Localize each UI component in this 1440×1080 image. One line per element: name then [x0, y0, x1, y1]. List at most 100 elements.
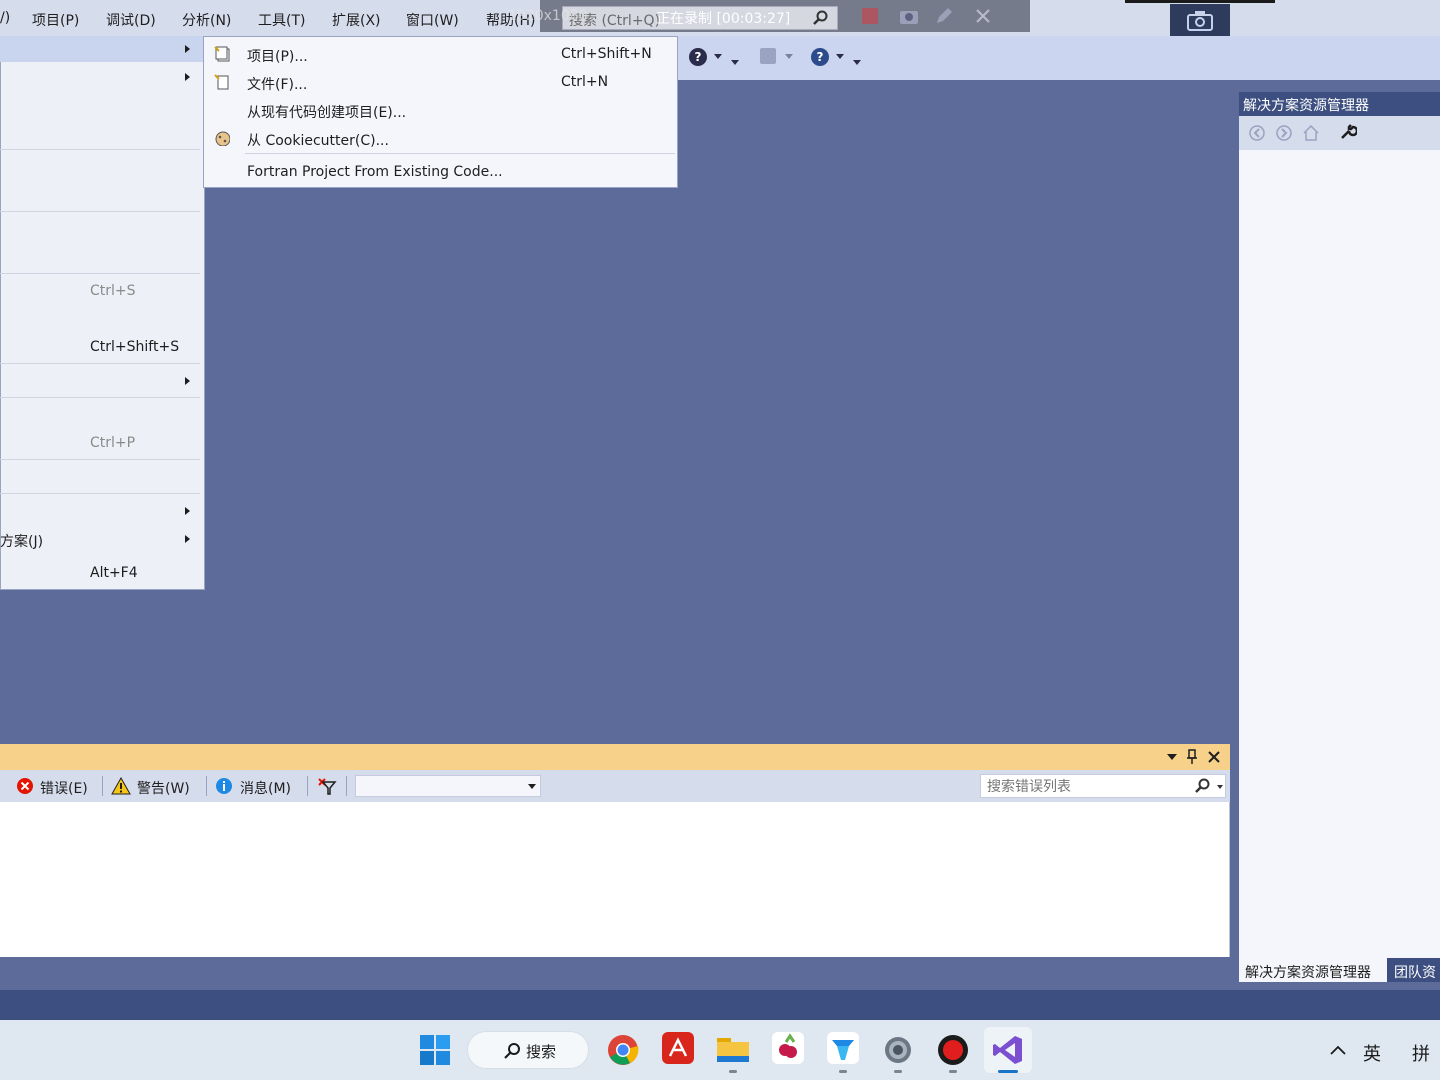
- menu-analyze[interactable]: 分析(N): [182, 10, 231, 30]
- running-indicator: [949, 1070, 957, 1073]
- resolution-label: 1920x1080: [508, 8, 588, 24]
- chevron-down-icon[interactable]: [836, 54, 844, 59]
- chevron-down-icon[interactable]: [714, 54, 722, 59]
- feedback-icon[interactable]: ?: [811, 48, 829, 66]
- running-indicator: [729, 1070, 737, 1073]
- search-icon[interactable]: [1195, 778, 1211, 794]
- properties-wrench-icon[interactable]: [1339, 123, 1357, 141]
- warnings-filter-button[interactable]: 警告(W): [137, 778, 190, 798]
- error-list-search-input[interactable]: [985, 776, 1189, 798]
- snapshot-icon[interactable]: [898, 6, 920, 26]
- menu-tools[interactable]: 工具(T): [258, 10, 305, 30]
- running-indicator: [894, 1070, 902, 1073]
- back-icon[interactable]: [1249, 125, 1265, 141]
- fortran-project-item[interactable]: Fortran Project From Existing Code...: [247, 164, 503, 180]
- acrobat-icon[interactable]: [662, 1032, 694, 1064]
- menu-separator: [0, 459, 200, 460]
- menu-separator: [0, 493, 200, 494]
- menu-view[interactable]: /): [0, 10, 10, 26]
- pin-icon[interactable]: [1186, 749, 1198, 765]
- submenu-arrow-icon: [185, 73, 190, 81]
- error-list-title-bar: [0, 744, 1230, 770]
- stop-record-icon[interactable]: [862, 8, 878, 24]
- file-explorer-icon[interactable]: [716, 1034, 750, 1064]
- help-icon[interactable]: ?: [689, 48, 707, 66]
- submenu-arrow-icon: [185, 45, 190, 53]
- exit-shortcut: Alt+F4: [90, 565, 138, 581]
- recent-solutions-item[interactable]: 方案(J): [0, 531, 43, 551]
- solution-explorer-title: 解决方案资源管理器: [1243, 98, 1369, 114]
- visual-studio-taskbar-button[interactable]: [984, 1027, 1032, 1073]
- visual-studio-icon: [993, 1036, 1022, 1064]
- new-project-item[interactable]: 项目(P)...: [247, 46, 308, 66]
- cookiecutter-icon: [215, 131, 230, 146]
- file-menu-item-new[interactable]: [0, 36, 203, 62]
- camera-icon: [1187, 11, 1213, 31]
- tab-team-explorer[interactable]: 团队资: [1387, 958, 1440, 982]
- messages-filter-button[interactable]: 消息(M): [240, 778, 291, 798]
- overflow-icon[interactable]: [731, 60, 739, 65]
- menu-separator: [0, 211, 200, 212]
- taskbar-search-button[interactable]: 搜索: [467, 1031, 589, 1069]
- chevron-down-icon[interactable]: [785, 54, 793, 59]
- new-file-item[interactable]: 文件(F)...: [247, 74, 307, 94]
- menu-window[interactable]: 窗口(W): [406, 10, 459, 30]
- solution-explorer-title-bar: 解决方案资源管理器: [1239, 92, 1440, 116]
- new-project-icon: [214, 46, 230, 62]
- clear-filter-icon[interactable]: [317, 777, 337, 795]
- camera-button[interactable]: [1170, 4, 1230, 38]
- chevron-down-icon[interactable]: [1217, 785, 1223, 789]
- toolbar-separator: [206, 776, 207, 796]
- errors-filter-button[interactable]: 错误(E): [40, 778, 88, 798]
- cookiecutter-item[interactable]: 从 Cookiecutter(C)...: [247, 130, 389, 150]
- menu-separator: [0, 397, 200, 398]
- info-icon: [216, 778, 232, 794]
- menu-separator: [245, 153, 675, 154]
- menu-separator: [0, 273, 200, 274]
- save-shortcut: Ctrl+S: [90, 283, 136, 299]
- forward-icon[interactable]: [1276, 125, 1292, 141]
- windows-start-icon[interactable]: [419, 1034, 451, 1066]
- new-project-shortcut: Ctrl+Shift+N: [561, 46, 652, 62]
- home-icon[interactable]: [1302, 124, 1320, 142]
- overflow-icon[interactable]: [853, 60, 861, 65]
- menu-separator: [0, 149, 200, 150]
- raspberry-app-icon[interactable]: [772, 1032, 804, 1064]
- close-icon[interactable]: [975, 8, 991, 24]
- print-shortcut: Ctrl+P: [90, 435, 136, 451]
- window-edge: [1125, 0, 1275, 3]
- warning-icon: [111, 777, 131, 795]
- layout-icon[interactable]: [760, 48, 776, 64]
- feishu-app-icon[interactable]: [827, 1032, 859, 1064]
- menu-debug[interactable]: 调试(D): [106, 10, 156, 30]
- build-filter-dropdown[interactable]: [355, 775, 541, 797]
- settings-gear-icon[interactable]: [881, 1033, 915, 1067]
- new-file-icon: [214, 74, 229, 90]
- submenu-arrow-icon: [185, 377, 190, 385]
- app-glyph-icon: [832, 1040, 854, 1060]
- pen-icon[interactable]: [934, 6, 954, 26]
- status-bar: [0, 990, 1440, 1020]
- input-language-indicator[interactable]: 英: [1363, 1040, 1381, 1066]
- toolbar-separator: [102, 776, 103, 796]
- taskbar-search-label: 搜索: [526, 1043, 557, 1061]
- ime-mode-indicator[interactable]: 拼: [1412, 1040, 1430, 1066]
- file-menu: [0, 36, 205, 590]
- new-submenu: 项目(P)... Ctrl+Shift+N 文件(F)... Ctrl+N 从现…: [203, 36, 678, 188]
- save-all-shortcut: Ctrl+Shift+S: [90, 339, 180, 355]
- project-from-code-item[interactable]: 从现有代码创建项目(E)...: [247, 102, 406, 122]
- toolbar-separator: [307, 776, 308, 796]
- menu-project[interactable]: 项目(P): [32, 10, 79, 30]
- chrome-icon[interactable]: [606, 1033, 640, 1067]
- error-list-search[interactable]: [980, 774, 1226, 798]
- toolbar-separator: [346, 776, 347, 796]
- close-icon[interactable]: [1208, 751, 1220, 763]
- chevron-up-icon[interactable]: [1329, 1043, 1347, 1057]
- menu-extensions[interactable]: 扩展(X): [332, 10, 381, 30]
- recording-status: 正在录制 [00:03:27]: [656, 11, 791, 27]
- record-icon[interactable]: [937, 1034, 969, 1066]
- submenu-arrow-icon: [185, 507, 190, 515]
- chevron-down-icon[interactable]: [1167, 754, 1177, 760]
- running-indicator: [839, 1070, 847, 1073]
- tab-solution-explorer[interactable]: 解决方案资源管理器: [1239, 958, 1387, 982]
